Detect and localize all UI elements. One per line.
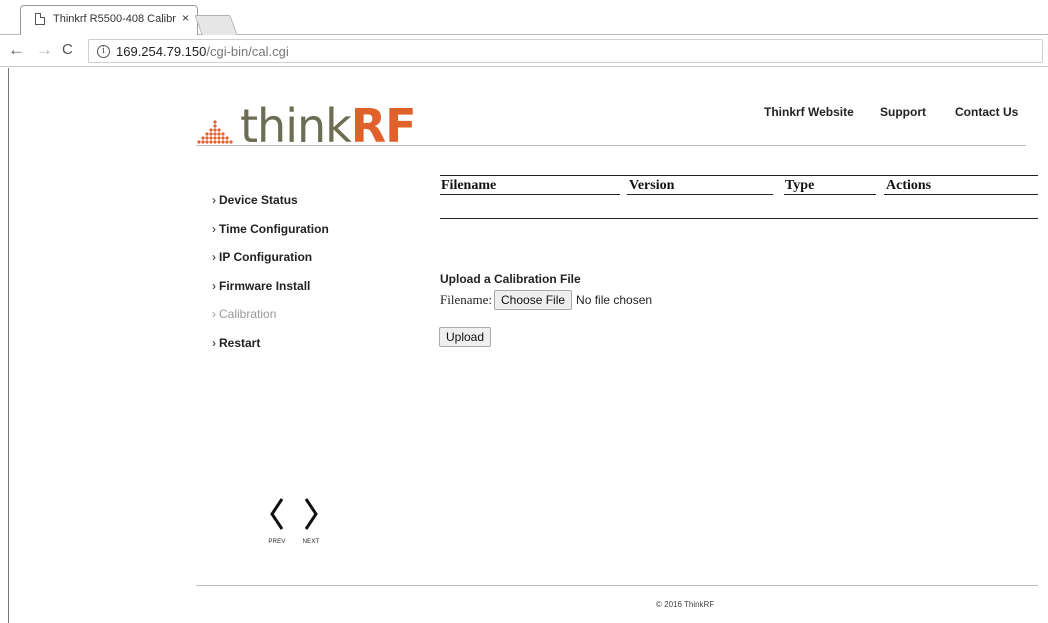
new-tab-button[interactable] (194, 15, 238, 35)
sidebar-nav: › Device Status › Time Configuration › IP C… (212, 192, 329, 363)
address-bar: ← → C i 169.254.79.150/cgi-bin/cal.cgi (0, 35, 1048, 67)
prev-label: PREV (268, 539, 286, 545)
filename-label: Filename: (440, 292, 492, 307)
next-label: NEXT (302, 539, 320, 545)
chevron-right-icon: › (212, 250, 216, 264)
chevron-left-icon (270, 498, 284, 530)
sidebar-item-label: Calibration (219, 307, 277, 321)
logo-dots-icon (197, 120, 233, 144)
sidebar-item-restart[interactable]: › Restart (212, 335, 329, 364)
url-host: 169.254.79.150 (116, 43, 207, 59)
browser-tab[interactable]: Thinkrf R5500-408 Calibr × (20, 5, 198, 36)
page-viewport (8, 68, 1048, 623)
info-icon[interactable]: i (97, 44, 110, 58)
chevron-right-icon: › (212, 221, 216, 236)
chevron-right-icon: › (212, 193, 216, 207)
header-underline (627, 194, 773, 195)
forward-arrow-icon[interactable]: → (36, 40, 53, 60)
logo-think-text: think (240, 99, 352, 153)
prev-button[interactable]: PREV (266, 496, 288, 545)
file-picker-row: Filename: Choose File No file chosen (440, 290, 652, 310)
upload-button[interactable]: Upload (439, 327, 492, 347)
sidebar-item-calibration[interactable]: › Calibration (212, 306, 329, 335)
table-top-border (440, 175, 1038, 176)
column-header-type: Type (785, 178, 815, 193)
next-button[interactable]: NEXT (300, 496, 322, 545)
chevron-right-icon: › (212, 278, 216, 293)
sidebar-item-label: Firmware Install (219, 278, 311, 293)
sidebar-item-ip-configuration[interactable]: › IP Configuration (212, 249, 329, 278)
close-icon[interactable]: × (182, 11, 189, 25)
column-header-filename: Filename (441, 178, 497, 193)
header-divider (196, 145, 1026, 146)
topnav-support-link[interactable]: Support (880, 105, 926, 119)
header-underline (784, 194, 876, 195)
column-header-version: Version (629, 178, 675, 193)
column-header-actions: Actions (886, 178, 932, 193)
copyright-text: © 2016 ThinkRF (656, 600, 715, 609)
url-input[interactable]: i 169.254.79.150/cgi-bin/cal.cgi (88, 39, 1043, 63)
reload-icon[interactable]: C (62, 41, 73, 58)
header-underline (440, 194, 620, 195)
logo-rf-text: RF (350, 99, 417, 153)
thinkrf-logo[interactable]: think RF (196, 99, 417, 153)
topnav-website-link[interactable]: Thinkrf Website (764, 105, 854, 119)
sidebar-item-label: IP Configuration (219, 250, 313, 264)
sidebar-item-label: Restart (219, 335, 261, 350)
back-arrow-icon[interactable]: ← (8, 40, 25, 60)
chevron-right-icon (304, 498, 318, 530)
sidebar-item-time-configuration[interactable]: › Time Configuration (212, 221, 329, 250)
table-bottom-border (440, 218, 1038, 219)
chevron-right-icon: › (212, 335, 216, 350)
chevron-right-icon: › (212, 307, 216, 321)
tab-title: Thinkrf R5500-408 Calibr (53, 13, 176, 25)
no-file-chosen-text: No file chosen (576, 293, 653, 307)
sidebar-item-label: Device Status (219, 193, 298, 207)
sidebar-item-device-status[interactable]: › Device Status (212, 192, 329, 221)
page-icon (35, 13, 45, 25)
header-underline (884, 194, 1038, 195)
sidebar-item-firmware-install[interactable]: › Firmware Install (212, 278, 329, 307)
sidebar-item-label: Time Configuration (219, 221, 329, 236)
choose-file-button[interactable]: Choose File (494, 290, 573, 310)
browser-tab-bar: Thinkrf R5500-408 Calibr × (0, 0, 1048, 36)
upload-section-title: Upload a Calibration File (440, 272, 581, 286)
url-path: /cgi-bin/cal.cgi (206, 43, 289, 59)
footer-divider (196, 585, 1038, 586)
topnav-contact-link[interactable]: Contact Us (955, 105, 1018, 119)
